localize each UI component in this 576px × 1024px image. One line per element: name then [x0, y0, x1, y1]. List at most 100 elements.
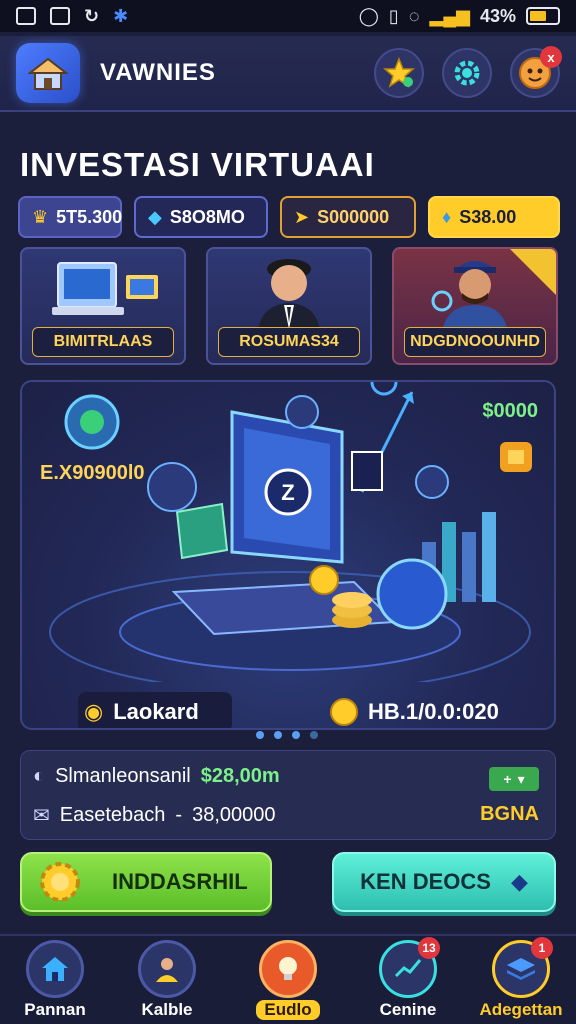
diamond-icon: ◆: [148, 206, 162, 227]
info-value: 38,00000: [192, 804, 276, 826]
user-icon: [156, 958, 178, 982]
battery-percent: 43%: [479, 5, 516, 26]
info-label: Slmanleonsanil: [55, 765, 191, 787]
nav-item-charts[interactable]: 13 Cenine: [353, 936, 463, 1024]
coin-icon: [330, 698, 358, 726]
stats-bar: ♛ 5T5.300 ◆ S8O8MO ➤ S000000 ♦ S38.00: [18, 196, 560, 238]
nav-label: Kalble: [141, 1000, 193, 1019]
nav-label: Eudlo: [256, 1000, 320, 1020]
gear-icon: [454, 60, 480, 86]
wifi-icon: ◌: [408, 5, 420, 26]
nav-icon-wrap: [259, 940, 317, 998]
notification-badge: x: [540, 46, 562, 68]
app-title: VAWNIES: [100, 59, 216, 86]
nav-badge: 13: [418, 937, 440, 959]
stat-value: S000000: [317, 206, 390, 227]
chart-icon: [394, 959, 422, 978]
nav-label: Adegettan: [479, 1000, 563, 1019]
category-card[interactable]: BIMITRLAAS: [20, 247, 186, 365]
card-badge: [510, 249, 556, 295]
carousel-dot[interactable]: [292, 731, 300, 739]
nav-icon-wrap: [138, 940, 196, 998]
info-label: Easetebach: [59, 804, 166, 826]
bonus-label: BGNA: [480, 803, 539, 825]
chevron-down-icon: ▾: [517, 770, 525, 787]
house-icon: [28, 57, 68, 90]
toggle-plus: +: [503, 771, 512, 787]
location-pill[interactable]: ◉ Laokard: [78, 692, 232, 728]
bluetooth-icon: ✱: [113, 5, 129, 26]
sync-icon: ↻: [84, 5, 100, 26]
battery-icon: [526, 7, 560, 25]
nav-item-profile[interactable]: Kalble: [112, 936, 222, 1024]
carousel-dot[interactable]: [274, 731, 282, 739]
settings-button[interactable]: [442, 48, 492, 98]
app-header: VAWNIES x: [0, 36, 576, 112]
stat-value: S8O8MO: [169, 206, 245, 227]
time-pill[interactable]: HB.1/0.0:020: [330, 692, 530, 728]
star-icon: [383, 57, 415, 88]
logo-button[interactable]: [16, 43, 80, 103]
sim-icon: [50, 7, 70, 25]
sun-gear-icon: [40, 862, 80, 902]
nav-item-home[interactable]: Pannan: [0, 936, 110, 1024]
alarm-icon: ◯: [358, 5, 379, 26]
stat-value: S38.00: [459, 206, 517, 227]
stat-diamond[interactable]: ◆ S8O8MO: [134, 196, 268, 238]
stat-ticket[interactable]: ➤ S000000: [280, 196, 416, 238]
card-label: NDGDNOOUNHD: [404, 327, 546, 357]
info-separator: -: [175, 804, 183, 826]
info-panel: ◐ Slmanleonsanil $28,00m ✉ Easetebach - …: [20, 750, 556, 840]
image-icon: [16, 7, 36, 25]
diamond-icon: ◆: [510, 869, 528, 894]
location-pin-icon: ◉: [84, 699, 104, 724]
stat-value: 5T5.300: [56, 206, 123, 227]
shield-icon: ◐: [33, 765, 46, 787]
nav-item-ideas[interactable]: Eudlo: [233, 936, 343, 1024]
layers-icon: [507, 958, 535, 980]
page-title: INVESTASI VIRTUAAI: [20, 146, 375, 183]
nav-icon-wrap: 13: [379, 937, 440, 998]
info-row: ◐ Slmanleonsanil $28,00m: [33, 765, 280, 788]
card-label: ROSUMAS34: [218, 327, 360, 357]
info-value: $28,00m: [200, 765, 280, 787]
home-icon: [42, 957, 68, 981]
nav-badge: 1: [531, 937, 553, 959]
profile-button[interactable]: x: [510, 46, 562, 98]
nav-label: Cenine: [379, 1000, 437, 1019]
info-row: ✉ Easetebach - 38,00000: [33, 803, 276, 828]
businessman-icon: [258, 259, 320, 333]
category-card[interactable]: ROSUMAS34: [206, 247, 372, 365]
mail-icon: ✉: [33, 805, 50, 827]
carousel-indicator[interactable]: [256, 731, 318, 739]
trophy-icon: ♛: [32, 206, 49, 227]
card-label: BIMITRLAAS: [32, 327, 174, 357]
carousel-dot[interactable]: [256, 731, 264, 739]
primary-button-label: INDDASRHIL: [112, 869, 248, 894]
nav-item-layers[interactable]: 1 Adegettan: [466, 936, 576, 1024]
bottom-navigation: Pannan Kalble Eudlo 13 Cenine 1 Adegetta…: [0, 934, 576, 1024]
favorites-button[interactable]: [374, 48, 424, 98]
stat-gem[interactable]: ♦ S38.00: [428, 196, 560, 238]
secondary-button-label: KEN DEOCS: [360, 869, 491, 894]
nav-label: Pannan: [24, 1000, 86, 1019]
status-bar: ↻ ✱ ◯ ▯ ◌ ▂▄▆ 43%: [0, 0, 576, 32]
computer-icon: [52, 262, 158, 315]
lightbulb-icon: [279, 957, 297, 980]
location-label: Laokard: [113, 699, 199, 724]
secondary-action-button[interactable]: KEN DEOCS ◆: [332, 852, 556, 912]
hero-amount: $0000: [482, 400, 538, 422]
hero-banner[interactable]: Z $0000 E.X90900l0 ◉ Laokard HB.1/0.0:02…: [20, 380, 556, 730]
carousel-dot[interactable]: [310, 731, 318, 739]
gem-icon: ♦: [442, 206, 452, 227]
time-label: HB.1/0.0:020: [368, 699, 499, 724]
signal-icon: ▂▄▆: [429, 5, 470, 26]
category-card[interactable]: NDGDNOOUNHD: [392, 247, 558, 365]
category-cards: BIMITRLAAS ROSUMAS34 NDGDNOOUNHD: [20, 247, 558, 365]
svg-text:Z: Z: [281, 480, 294, 505]
expand-toggle[interactable]: + ▾: [489, 767, 539, 791]
primary-action-button[interactable]: INDDASRHIL: [20, 852, 272, 912]
stat-trophy[interactable]: ♛ 5T5.300: [18, 196, 122, 238]
ticket-icon: ➤: [294, 206, 310, 227]
nav-icon-wrap: [26, 940, 84, 998]
